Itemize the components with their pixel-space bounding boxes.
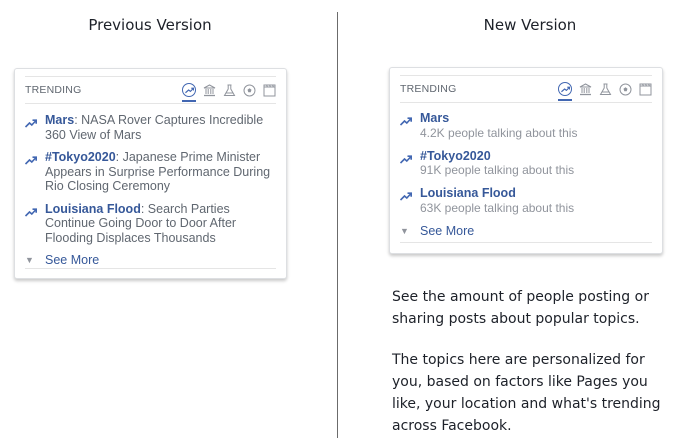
trending-topic-link[interactable]: Mars [45, 113, 74, 127]
trending-arrow-icon [399, 149, 420, 169]
trending-topic-link[interactable]: Mars [420, 111, 449, 125]
talking-count: 91K people talking about this [420, 163, 575, 177]
category-tabs [182, 83, 276, 102]
trending-title: TRENDING [25, 84, 82, 96]
description-paragraph-2: The topics here are personalized for you… [392, 352, 661, 434]
trending-header: TRENDING [25, 76, 276, 104]
science-icon[interactable] [222, 83, 236, 97]
trending-item[interactable]: #Tokyo2020 91K people talking about this [399, 149, 652, 177]
description-paragraph-1: See the amount of people posting or shar… [392, 289, 649, 327]
trending-item[interactable]: Louisiana Flood 63K people talking about … [399, 186, 652, 215]
trending-topic-link[interactable]: Louisiana Flood [420, 186, 516, 200]
trending-widget-previous: TRENDING Mars: NASA Rover Captures Incre… [14, 68, 287, 279]
trending-item[interactable]: Mars 4.2K people talking about this [399, 111, 652, 140]
trending-item[interactable]: #Tokyo2020: Japanese Prime Minister Appe… [24, 150, 276, 194]
see-more-label: See More [420, 223, 475, 238]
widget-footer-divider [400, 242, 652, 243]
politics-icon[interactable] [202, 83, 216, 97]
widget-footer-divider [25, 268, 276, 269]
sports-icon[interactable] [618, 82, 632, 96]
sports-icon[interactable] [242, 83, 256, 97]
talking-count: 4.2K people talking about this [420, 125, 578, 140]
trending-widget-new: TRENDING Mars 4.2K people talking about t… [389, 67, 663, 254]
chevron-down-icon: ▼ [25, 255, 34, 265]
trending-header: TRENDING [400, 75, 652, 103]
previous-version-heading: Previous Version [88, 16, 212, 34]
science-icon[interactable] [598, 82, 612, 96]
entertainment-icon[interactable] [262, 83, 276, 97]
trending-icon[interactable] [558, 82, 572, 101]
trending-arrow-icon [399, 186, 420, 206]
column-divider [337, 12, 338, 438]
trending-list: Mars 4.2K people talking about this #Toky… [399, 111, 652, 238]
trending-arrow-icon [399, 111, 420, 131]
trending-topic-link[interactable]: #Tokyo2020 [45, 150, 116, 164]
trending-topic-link[interactable]: #Tokyo2020 [420, 149, 491, 163]
see-more-link[interactable]: ▼ See More [25, 253, 276, 267]
trending-arrow-icon [24, 113, 45, 133]
trending-topic-link[interactable]: Louisiana Flood [45, 202, 141, 216]
see-more-label: See More [45, 253, 100, 267]
trending-arrow-icon [24, 202, 45, 222]
trending-item[interactable]: Louisiana Flood: Search Parties Continue… [24, 202, 276, 246]
talking-count: 63K people talking about this [420, 200, 575, 215]
politics-icon[interactable] [578, 82, 592, 96]
entertainment-icon[interactable] [638, 82, 652, 96]
trending-list: Mars: NASA Rover Captures Incredible 360… [24, 113, 276, 267]
category-tabs [558, 82, 652, 101]
trending-title: TRENDING [400, 83, 457, 95]
new-version-heading: New Version [483, 16, 577, 34]
trending-arrow-icon [24, 150, 45, 170]
chevron-down-icon: ▼ [400, 225, 409, 236]
trending-item[interactable]: Mars: NASA Rover Captures Incredible 360… [24, 113, 276, 142]
trending-icon[interactable] [182, 83, 196, 102]
see-more-link[interactable]: ▼ See More [400, 224, 652, 238]
trending-headline: : NASA Rover Captures Incredible 360 Vie… [45, 113, 264, 142]
